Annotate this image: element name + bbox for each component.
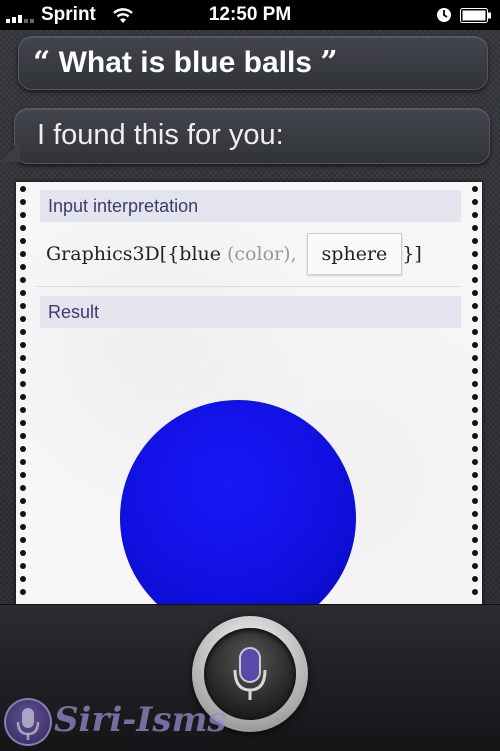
wolfram-result-card[interactable]: Input interpretation Graphics3D[{blue (c… xyxy=(16,182,482,604)
siri-reply-text: I found this for you: xyxy=(37,119,284,151)
input-color-note: (color), xyxy=(227,243,297,265)
perforation-left xyxy=(18,186,28,604)
section-divider xyxy=(36,286,462,287)
blue-sphere-graphic xyxy=(120,400,356,604)
result-header: Result xyxy=(40,296,461,328)
input-interpretation-header: Input interpretation xyxy=(40,190,461,222)
battery-icon xyxy=(460,8,491,23)
user-query-text: What is blue balls xyxy=(58,46,312,79)
alarm-icon xyxy=(437,8,451,22)
input-interpretation-row: Graphics3D[{blue (color), sphere }] xyxy=(46,233,466,275)
perforation-right xyxy=(470,186,480,604)
open-quote-glyph: “ xyxy=(33,45,51,80)
input-prefix: Graphics3D[{blue xyxy=(46,243,221,265)
close-quote-glyph: ” xyxy=(320,45,338,80)
user-query-bubble[interactable]: “ What is blue balls ” xyxy=(18,36,488,90)
siri-reply-bubble: I found this for you: xyxy=(14,108,490,164)
input-suffix: }] xyxy=(402,243,422,265)
status-bar: Sprint 12:50 PM xyxy=(0,0,500,30)
input-term-box: sphere xyxy=(306,233,403,275)
status-time: 12:50 PM xyxy=(208,4,292,25)
watermark: Siri-Isms xyxy=(0,690,240,750)
watermark-mic-logo xyxy=(4,698,52,746)
watermark-text: Siri-Isms xyxy=(54,700,227,740)
